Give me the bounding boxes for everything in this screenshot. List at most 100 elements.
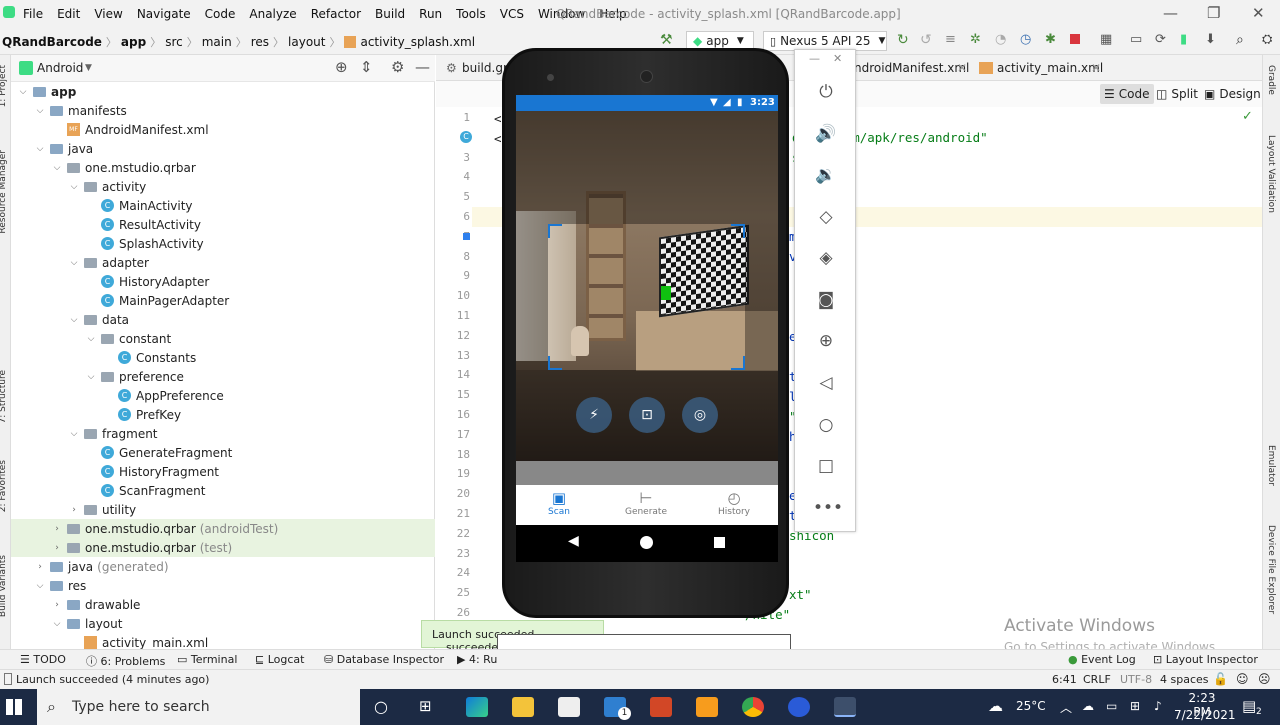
tool-logcat[interactable]: ⊑ Logcat	[255, 653, 304, 666]
settings-sync-icon[interactable]: ⛭	[1262, 32, 1272, 47]
minimize-emulator-icon[interactable]: —	[809, 52, 820, 65]
close-button[interactable]: ✕	[1252, 4, 1265, 22]
breadcrumb-item[interactable]: src	[165, 35, 183, 49]
tree-item[interactable]: MF AndroidManifest.xml	[51, 120, 209, 139]
attach-debugger-icon[interactable]: ◷	[1020, 32, 1031, 47]
tree-item[interactable]: › utility	[68, 500, 136, 519]
status-layout-icon[interactable]	[4, 673, 12, 685]
breadcrumb-item[interactable]: QRandBarcode	[2, 35, 102, 49]
task-view-icon[interactable]: ⊞	[419, 697, 432, 715]
tree-item[interactable]: C HistoryFragment	[85, 462, 219, 481]
tree-item[interactable]: C AppPreference	[102, 386, 224, 405]
tab-activity-main[interactable]: activity_main.xml	[997, 61, 1103, 75]
tree-item[interactable]: ⌵ one.mstudio.qrbar	[51, 158, 196, 177]
tree-item[interactable]: C MainActivity	[85, 196, 193, 215]
file-encoding[interactable]: UTF-8	[1120, 673, 1152, 686]
tree-item[interactable]: ⌵ app	[17, 82, 77, 101]
tool-problems[interactable]: ⓘ 6: Problems	[86, 653, 165, 669]
mode-design-button[interactable]: ▣ Design	[1204, 87, 1261, 101]
smile-icon[interactable]: ☺	[1236, 672, 1249, 686]
office-icon[interactable]	[650, 697, 672, 717]
breadcrumb-item[interactable]: main	[202, 35, 232, 49]
android-back-icon[interactable]: ◀	[568, 533, 579, 549]
chevron-down-icon[interactable]: ⌵	[17, 87, 29, 97]
taskbar-search[interactable]: ⌕ Type here to search	[37, 689, 360, 725]
avd-manager-icon[interactable]: ▭	[1130, 32, 1142, 47]
chevron-right-icon[interactable]: ›	[34, 562, 46, 572]
breadcrumb-item[interactable]: app	[121, 35, 146, 49]
nav-scan[interactable]: ▣ Scan	[529, 489, 589, 517]
tab-layout-validation[interactable]: Layout Validation	[1266, 135, 1276, 213]
tree-item[interactable]: ⌵ data	[68, 310, 129, 329]
chevron-down-icon[interactable]: ⌵	[68, 258, 80, 268]
locate-icon[interactable]: ⊕	[335, 58, 348, 76]
collapse-all-icon[interactable]: ⇕	[360, 58, 373, 76]
rotate-right-icon[interactable]: ◈	[813, 245, 839, 271]
chevron-down-icon[interactable]: ⌵	[85, 372, 97, 382]
tab-build-gradle[interactable]: build.gr	[462, 61, 508, 75]
tab-build-variants[interactable]: Build Variants	[0, 555, 8, 617]
device-select[interactable]: ▯ Nexus 5 API 25 ▼	[763, 31, 887, 51]
apply-code-icon[interactable]: ↺	[920, 32, 932, 48]
power-icon[interactable]: ⏻	[813, 79, 839, 105]
sublime-icon[interactable]	[696, 697, 718, 717]
sdk-manager-icon[interactable]: ⬇	[1205, 32, 1216, 47]
chevron-down-icon[interactable]: ⌵	[51, 619, 63, 629]
close-emulator-icon[interactable]: ✕	[833, 52, 842, 65]
chevron-down-icon[interactable]: ▼	[85, 63, 92, 73]
menu-edit[interactable]: Edit	[57, 7, 80, 21]
device-manager-icon[interactable]: ▮	[1180, 32, 1187, 47]
cortana-icon[interactable]: ○	[374, 697, 388, 716]
tab-device-file-explorer[interactable]: Device File Explorer	[1266, 525, 1276, 614]
tray-chevron-icon[interactable]: ︿	[1060, 699, 1072, 716]
tree-item[interactable]: ⌵ preference	[85, 367, 184, 386]
tree-item[interactable]: C ScanFragment	[85, 481, 206, 500]
tool-layout-inspector[interactable]: ⊡ Layout Inspector	[1153, 653, 1258, 666]
apply-changes-icon[interactable]: ↻	[897, 32, 909, 48]
zoom-icon[interactable]: ⊕	[813, 328, 839, 354]
breadcrumb-item[interactable]: activity_splash.xml	[360, 35, 475, 49]
nav-generate[interactable]: ⊢ Generate	[616, 489, 676, 517]
lock-icon[interactable]: 🔓	[1213, 672, 1228, 686]
chevron-right-icon[interactable]: ›	[51, 600, 63, 610]
gear-icon[interactable]: ⚙	[391, 58, 404, 76]
tool-event-log[interactable]: ● Event Log	[1068, 653, 1136, 666]
build-hammer-icon[interactable]: ⚒	[660, 32, 673, 48]
edge-icon[interactable]	[466, 697, 488, 717]
hide-panel-icon[interactable]: —	[415, 58, 430, 76]
focus-button[interactable]: ⊡	[629, 397, 665, 433]
mode-code-button[interactable]: ☰ Code	[1100, 84, 1154, 104]
tree-item[interactable]: ⌵ layout	[51, 614, 123, 633]
menu-vcs[interactable]: VCS	[500, 7, 524, 21]
tab-emulator[interactable]: Emulator	[1266, 445, 1276, 486]
android-recents-icon[interactable]	[714, 537, 725, 548]
stop-icon[interactable]	[1070, 34, 1080, 44]
coverage-icon[interactable]: ≡	[945, 32, 956, 47]
line-separator[interactable]: CRLF	[1083, 673, 1111, 686]
tree-item[interactable]: › one.mstudio.qrbar (test)	[11, 538, 435, 557]
overview-icon[interactable]: □	[813, 453, 839, 479]
tree-item[interactable]: C MainPagerAdapter	[85, 291, 229, 310]
volume-icon[interactable]: ♪	[1154, 699, 1162, 713]
back-icon[interactable]: ◁	[813, 370, 839, 396]
store-icon[interactable]	[558, 697, 580, 717]
more-icon[interactable]: •••	[813, 495, 843, 521]
tree-item[interactable]: › java (generated)	[34, 557, 168, 576]
chevron-right-icon[interactable]: ›	[51, 543, 63, 553]
tree-item[interactable]: C HistoryAdapter	[85, 272, 209, 291]
project-structure-icon[interactable]: ▦	[1100, 32, 1112, 47]
tool-terminal[interactable]: ▭ Terminal	[177, 653, 237, 666]
tab-favorites[interactable]: 2: Favorites	[0, 460, 8, 512]
chrome-icon[interactable]	[742, 697, 764, 717]
weather-icon[interactable]: ☁	[988, 697, 1003, 715]
android-studio-taskbar-icon[interactable]	[834, 697, 856, 717]
flash-button[interactable]: ⚡	[576, 397, 612, 433]
switch-camera-button[interactable]: ◎	[682, 397, 718, 433]
debug-icon[interactable]: ✲	[970, 32, 981, 47]
notification-icon[interactable]: ▤	[1242, 697, 1256, 715]
caret-position[interactable]: 6:41	[1052, 673, 1077, 686]
indent-setting[interactable]: 4 spaces	[1160, 673, 1209, 686]
tree-item[interactable]: C ResultActivity	[85, 215, 201, 234]
mode-split-button[interactable]: ◫ Split	[1156, 87, 1198, 101]
windows-start-icon[interactable]	[6, 699, 22, 715]
